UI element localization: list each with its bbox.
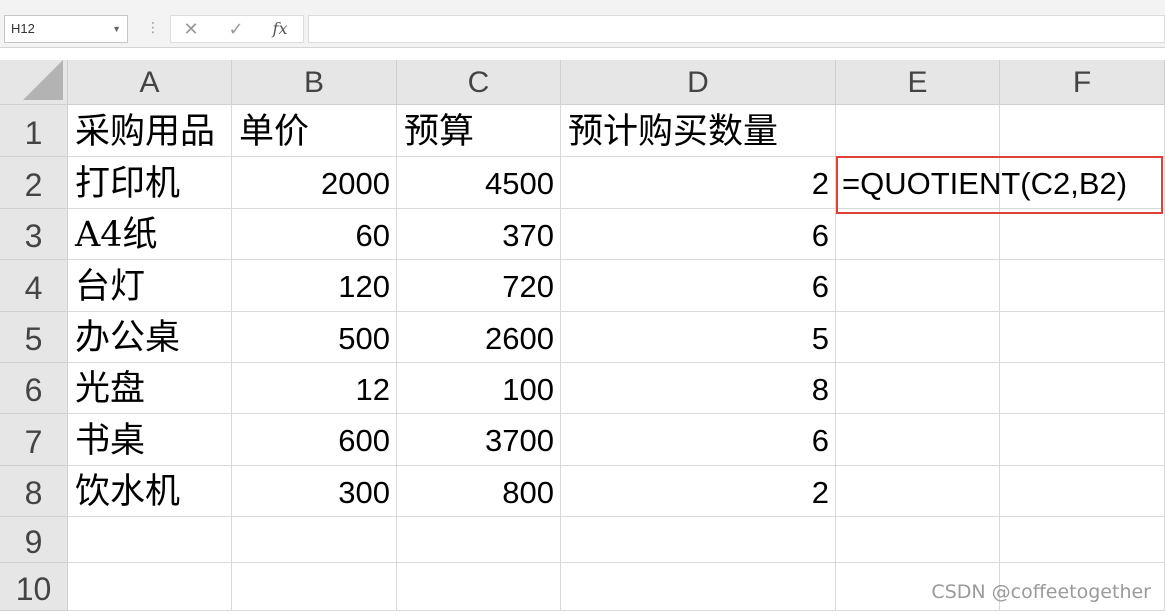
cell-item[interactable]: 光盘 [68, 363, 232, 414]
select-all-corner[interactable] [0, 60, 68, 105]
column-header-d[interactable]: D [561, 60, 836, 105]
cell-price[interactable]: 2000 [232, 157, 397, 209]
row-header-4[interactable]: 4 [0, 260, 68, 312]
cell-price[interactable]: 500 [232, 312, 397, 363]
cell[interactable] [1000, 312, 1165, 363]
cell[interactable] [1000, 260, 1165, 312]
cell-budget[interactable]: 370 [397, 209, 561, 260]
cell-budget[interactable]: 3700 [397, 414, 561, 466]
chevron-down-icon[interactable]: ▼ [112, 16, 121, 42]
cell[interactable] [232, 563, 397, 611]
cell-budget[interactable]: 2600 [397, 312, 561, 363]
cell[interactable] [836, 466, 1000, 517]
cell-item[interactable]: 书桌 [68, 414, 232, 466]
cell-price[interactable]: 120 [232, 260, 397, 312]
cell[interactable] [561, 517, 836, 563]
cell-price[interactable]: 12 [232, 363, 397, 414]
cell[interactable] [68, 517, 232, 563]
cell[interactable] [836, 363, 1000, 414]
cell[interactable] [1000, 517, 1165, 563]
cell-qty[interactable]: 2 [561, 466, 836, 517]
header-cell[interactable]: 预计购买数量 [561, 105, 836, 157]
cell-qty[interactable]: 2 [561, 157, 836, 209]
cell-budget[interactable]: 4500 [397, 157, 561, 209]
cell[interactable] [561, 563, 836, 611]
drag-handle-icon[interactable]: ⋮ [146, 19, 160, 36]
header-cell[interactable]: 单价 [232, 105, 397, 157]
cell-qty[interactable]: 6 [561, 209, 836, 260]
select-all-icon [23, 60, 63, 100]
cancel-icon[interactable]: ✕ [176, 18, 206, 40]
cell[interactable] [836, 105, 1000, 157]
cell-e2-formula[interactable]: =QUOTIENT(C2,B2) [836, 157, 1127, 209]
header-cell[interactable]: 预算 [397, 105, 561, 157]
row-header-1[interactable]: 1 [0, 105, 68, 157]
row-header-8[interactable]: 8 [0, 466, 68, 517]
row-header-2[interactable]: 2 [0, 157, 68, 209]
cell[interactable] [1000, 414, 1165, 466]
cell[interactable] [1000, 157, 1165, 209]
cell-price[interactable]: 60 [232, 209, 397, 260]
cell-item[interactable]: 台灯 [68, 260, 232, 312]
cell[interactable] [232, 517, 397, 563]
cell-item[interactable]: 办公桌 [68, 312, 232, 363]
cell-item[interactable]: 打印机 [68, 157, 232, 209]
column-header-a[interactable]: A [68, 60, 232, 105]
column-header-c[interactable]: C [397, 60, 561, 105]
formula-bar: H12 ▼ ⋮ ✕ ✓ fx [0, 0, 1165, 48]
formula-input[interactable] [308, 15, 1165, 43]
formula-buttons: ✕ ✓ fx [170, 15, 304, 43]
insert-function-icon[interactable]: fx [265, 18, 295, 40]
name-box-value: H12 [11, 21, 35, 36]
cell[interactable] [1000, 363, 1165, 414]
cell[interactable] [836, 414, 1000, 466]
cell-qty[interactable]: 8 [561, 363, 836, 414]
column-header-f[interactable]: F [1000, 60, 1165, 105]
row-header-10[interactable]: 10 [0, 563, 68, 611]
cell[interactable] [397, 517, 561, 563]
cell-budget[interactable]: 720 [397, 260, 561, 312]
column-header-e[interactable]: E [836, 60, 1000, 105]
cell[interactable] [836, 209, 1000, 260]
cell-qty[interactable]: 5 [561, 312, 836, 363]
header-cell[interactable]: 采购用品 [68, 105, 232, 157]
cell-qty[interactable]: 6 [561, 414, 836, 466]
cell-qty[interactable]: 6 [561, 260, 836, 312]
row-header-5[interactable]: 5 [0, 312, 68, 363]
cell-price[interactable]: 600 [232, 414, 397, 466]
cell[interactable] [1000, 466, 1165, 517]
cell-price[interactable]: 300 [232, 466, 397, 517]
cell-budget[interactable]: 800 [397, 466, 561, 517]
cell[interactable] [836, 260, 1000, 312]
column-header-b[interactable]: B [232, 60, 397, 105]
watermark: CSDN @coffeetogether [931, 581, 1151, 603]
cell[interactable] [68, 563, 232, 611]
cell-item[interactable]: 饮水机 [68, 466, 232, 517]
row-header-6[interactable]: 6 [0, 363, 68, 414]
cell[interactable] [1000, 105, 1165, 157]
cell[interactable] [836, 517, 1000, 563]
cell[interactable] [836, 312, 1000, 363]
name-box[interactable]: H12 ▼ [4, 15, 128, 43]
row-header-7[interactable]: 7 [0, 414, 68, 466]
enter-icon[interactable]: ✓ [221, 18, 251, 40]
cell[interactable] [397, 563, 561, 611]
cell[interactable] [1000, 209, 1165, 260]
cell-item[interactable]: A4纸 [68, 209, 232, 260]
row-header-9[interactable]: 9 [0, 517, 68, 563]
cell-budget[interactable]: 100 [397, 363, 561, 414]
row-header-3[interactable]: 3 [0, 209, 68, 260]
